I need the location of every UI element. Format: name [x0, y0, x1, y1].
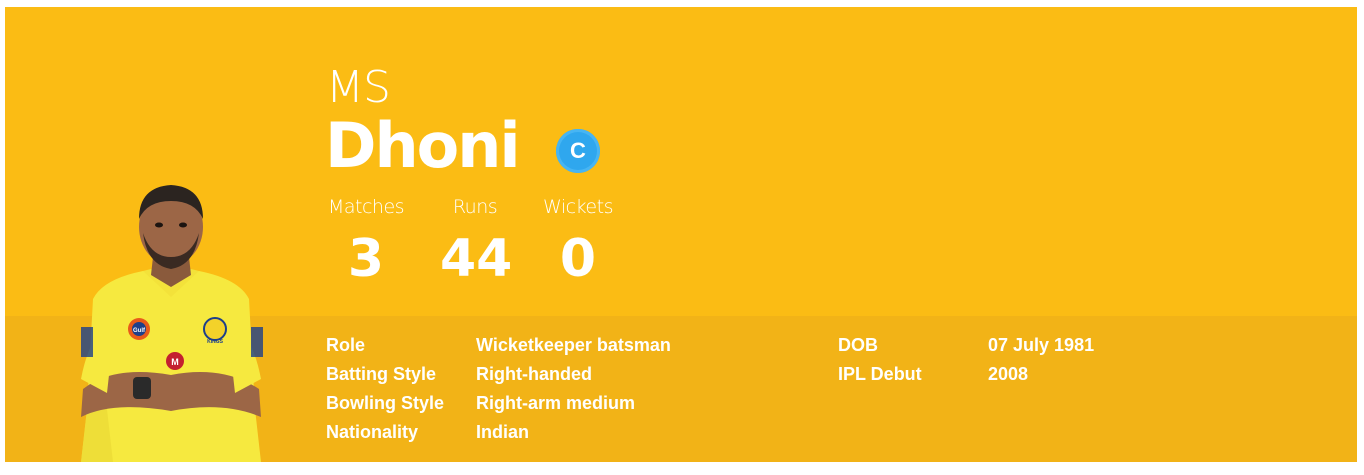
captain-badge-icon: C [556, 129, 600, 173]
detail-label: DOB [838, 335, 878, 355]
stat-value: 3 [347, 229, 385, 289]
stat-value: 0 [559, 229, 597, 289]
detail-value: Right-arm medium [476, 393, 636, 413]
detail-row-dob: DOB 07 July 1981 [838, 331, 1094, 360]
stat-label: Matches [327, 196, 405, 218]
detail-label: Bowling Style [326, 393, 445, 413]
detail-row-nationality: Nationality Indian [326, 418, 671, 447]
detail-row-bowling-style: Bowling Style Right-arm medium [326, 389, 671, 418]
stat-wickets: Wickets 0 [538, 195, 618, 289]
detail-row-ipl-debut: IPL Debut 2008 [838, 360, 1094, 389]
stat-matches: Matches 3 [325, 195, 407, 289]
player-profile-card: Gulf KINGS M MS Dhoni C Matches 3 Runs 4… [5, 7, 1357, 462]
detail-label: Batting Style [326, 364, 437, 384]
detail-label: IPL Debut [838, 364, 922, 384]
stat-value: 44 [440, 229, 513, 289]
player-details-left: Role Wicketkeeper batsman Batting Style … [326, 331, 671, 447]
detail-row-batting-style: Batting Style Right-handed [326, 360, 671, 389]
sponsor-text: Gulf [133, 328, 146, 334]
detail-value: 07 July 1981 [988, 335, 1095, 355]
detail-value: Right-handed [476, 364, 592, 384]
player-photo: Gulf KINGS M [81, 185, 263, 462]
stat-label: Runs [452, 196, 498, 218]
stat-label: Wickets [543, 196, 613, 218]
team-logo-text: KINGS [207, 339, 224, 345]
stat-runs: Runs 44 [440, 195, 513, 289]
detail-row-role: Role Wicketkeeper batsman [326, 331, 671, 360]
detail-value: Indian [476, 422, 529, 442]
player-first-name: MS [326, 62, 391, 113]
detail-value: Wicketkeeper batsman [476, 335, 671, 355]
detail-label: Role [326, 335, 366, 355]
player-last-name: Dhoni [325, 109, 521, 182]
detail-value: 2008 [988, 364, 1029, 384]
player-details-right: DOB 07 July 1981 IPL Debut 2008 [838, 331, 1094, 389]
detail-label: Nationality [326, 422, 419, 442]
svg-text:M: M [171, 357, 179, 367]
